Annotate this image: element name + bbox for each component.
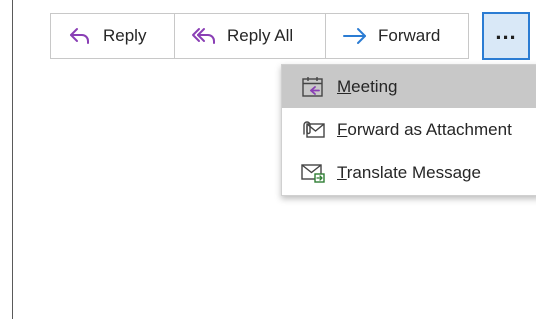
reply-button[interactable]: Reply: [50, 13, 175, 59]
reply-all-label: Reply All: [227, 26, 294, 45]
forward-arrow-icon: [342, 25, 368, 47]
more-actions-menu: Meeting Forward as Attachment Translate …: [281, 64, 536, 196]
menu-item-forward-as-attachment[interactable]: Forward as Attachment: [282, 108, 536, 151]
menu-item-meeting[interactable]: Meeting: [282, 65, 536, 108]
reply-all-button[interactable]: Reply All: [174, 13, 326, 59]
menu-item-translate-message-label: Translate Message: [337, 162, 481, 182]
menu-item-translate-message[interactable]: Translate Message: [282, 151, 536, 194]
forward-attachment-icon: [300, 118, 326, 142]
more-actions-button[interactable]: ...: [482, 12, 530, 60]
message-actions-toolbar: Reply Reply All Forward: [50, 13, 469, 59]
forward-label: Forward: [378, 26, 441, 45]
menu-item-meeting-label: Meeting: [337, 76, 398, 96]
meeting-calendar-icon: [300, 75, 326, 99]
forward-button[interactable]: Forward: [325, 13, 469, 59]
menu-item-forward-as-attachment-label: Forward as Attachment: [337, 119, 512, 139]
reply-label: Reply: [103, 26, 147, 45]
reply-arrow-icon: [67, 25, 93, 47]
ellipsis-icon: ...: [495, 19, 517, 44]
reply-all-arrow-icon: [191, 25, 217, 47]
translate-message-icon: [300, 161, 326, 185]
